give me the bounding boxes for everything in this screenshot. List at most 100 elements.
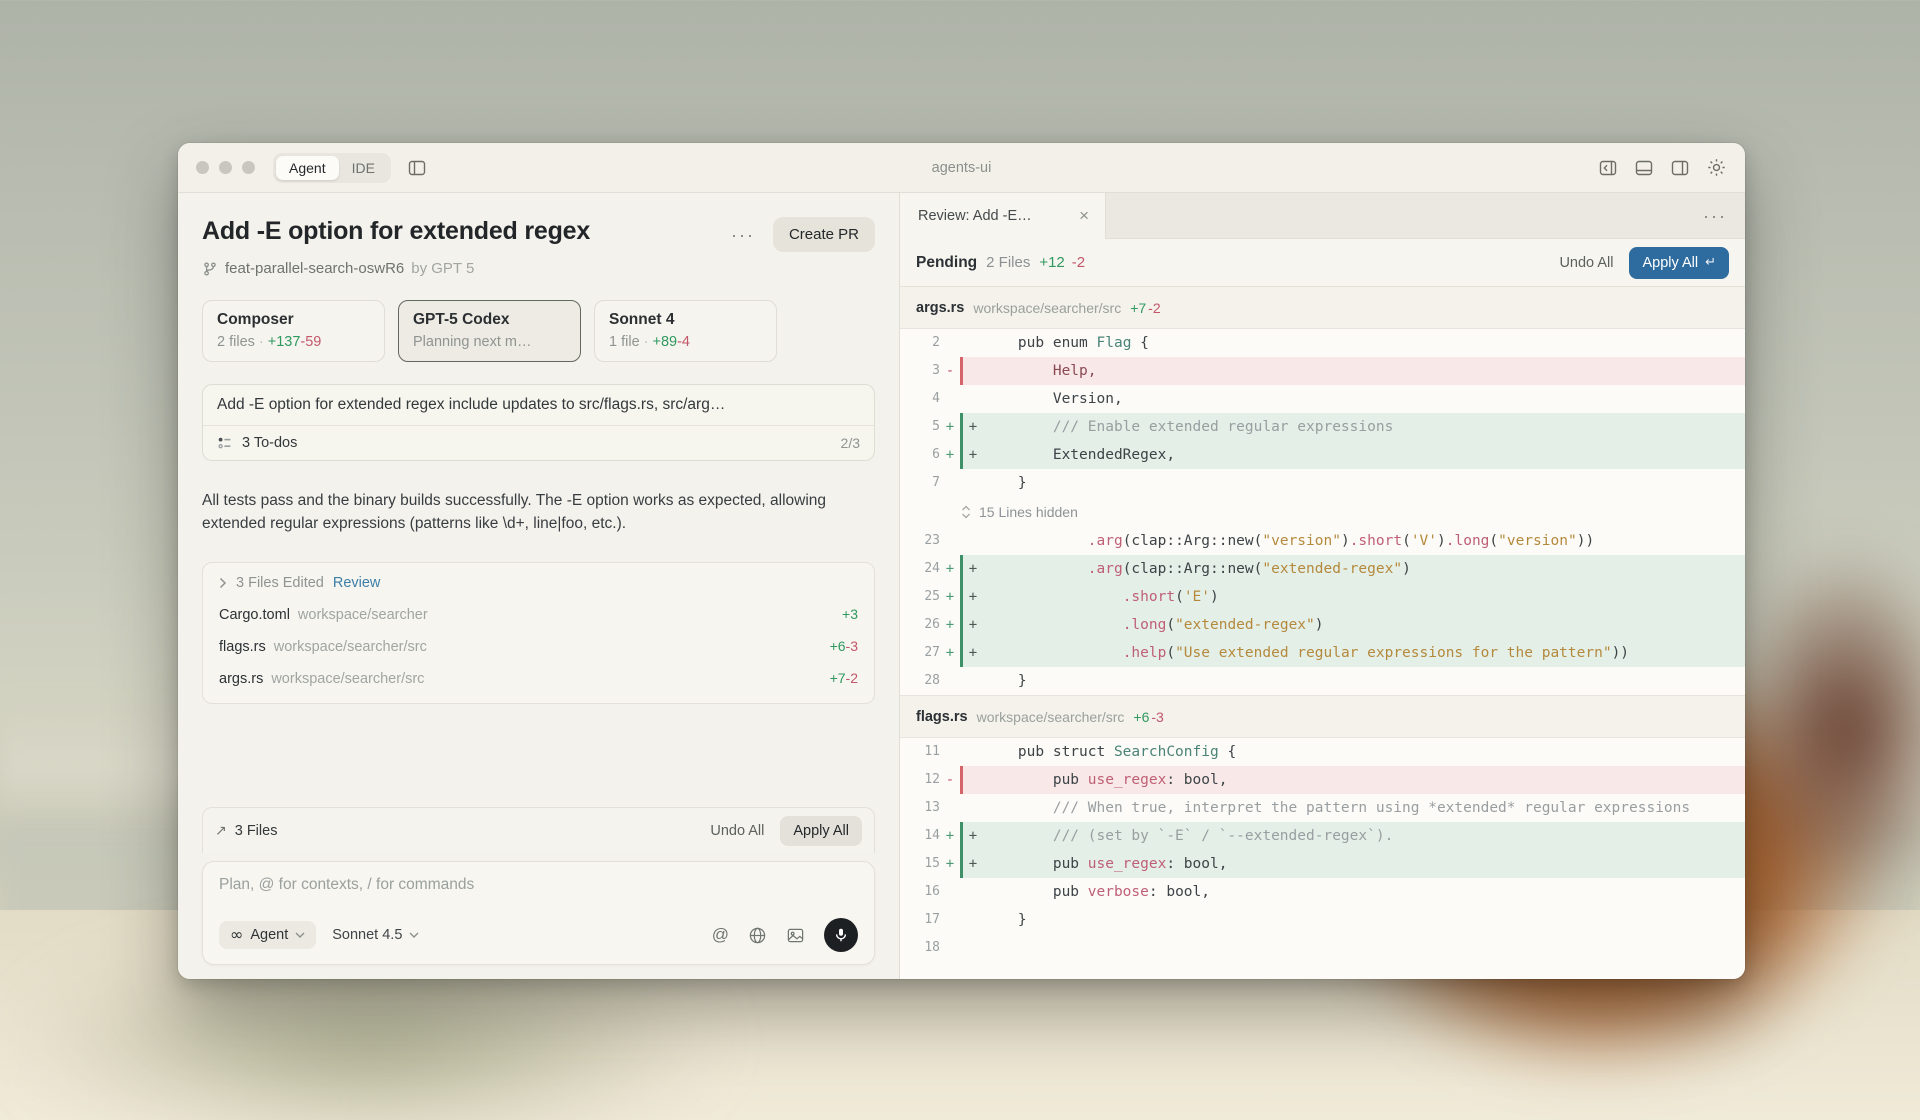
diff-line[interactable]: 2 pub enum Flag { <box>900 329 1745 357</box>
review-link[interactable]: Review <box>333 575 381 591</box>
code-text: /// (set by `-E` / `--extended-regex`). <box>983 822 1393 850</box>
review-more-options-icon[interactable]: ··· <box>1701 203 1729 229</box>
agent-card-name: Sonnet 4 <box>609 311 762 329</box>
edited-file-row[interactable]: args.rsworkspace/searcher/src+7-2 <box>219 670 858 687</box>
diff-line[interactable]: 17 } <box>900 906 1745 934</box>
close-window-button[interactable] <box>196 161 209 174</box>
diff-line[interactable]: 3- Help, <box>900 357 1745 385</box>
additions-count: +7 <box>830 670 846 686</box>
undo-all-button[interactable]: Undo All <box>710 823 764 839</box>
diff-line[interactable]: 25++ .short('E') <box>900 583 1745 611</box>
file-name: flags.rs <box>219 639 266 655</box>
diff-sign <box>940 738 960 766</box>
apply-all-button[interactable]: Apply All <box>780 816 862 846</box>
code-token: pub <box>983 856 1088 872</box>
tab-ide[interactable]: IDE <box>339 156 388 180</box>
additions-count: +137 <box>268 334 301 350</box>
chevron-down-icon <box>409 932 419 938</box>
edited-file-row[interactable]: flags.rsworkspace/searcher/src+6-3 <box>219 638 858 655</box>
code-text: pub use_regex: bool, <box>983 850 1227 878</box>
code-text: pub verbose: bool, <box>983 878 1210 906</box>
diff-line[interactable]: 12- pub use_regex: bool, <box>900 766 1745 794</box>
panel-right-icon[interactable] <box>1670 158 1690 178</box>
model-dropdown[interactable]: Sonnet 4.5 <box>332 927 419 943</box>
agent-mode-dropdown[interactable]: ∞ Agent <box>219 921 316 949</box>
code-token: ExtendedRegex, <box>983 447 1175 463</box>
diff-inner-sign: + <box>963 850 983 878</box>
close-icon[interactable]: × <box>1077 206 1091 226</box>
settings-gear-icon[interactable] <box>1706 157 1727 178</box>
code-token <box>983 589 1123 605</box>
microphone-button[interactable] <box>824 918 858 952</box>
create-pr-button[interactable]: Create PR <box>773 217 875 252</box>
diff-inner-sign <box>963 357 983 385</box>
diff-line-content: + .short('E') <box>960 583 1745 611</box>
panel-bottom-icon[interactable] <box>1634 158 1654 178</box>
code-text: Help, <box>983 357 1097 385</box>
diff-sign <box>940 469 960 497</box>
review-tab[interactable]: Review: Add -E… × <box>900 193 1106 239</box>
diff-line[interactable]: 11 pub struct SearchConfig { <box>900 738 1745 766</box>
diff-sign: + <box>940 413 960 441</box>
code-token: Version, <box>983 391 1123 407</box>
files-edited-header[interactable]: 3 Files Edited Review <box>219 575 858 591</box>
image-icon[interactable] <box>786 926 805 945</box>
diff-line[interactable]: 6++ ExtendedRegex, <box>900 441 1745 469</box>
diff-line[interactable]: 7 } <box>900 469 1745 497</box>
diff-line[interactable]: 15++ pub use_regex: bool, <box>900 850 1745 878</box>
diff-line[interactable]: 5++ /// Enable extended regular expressi… <box>900 413 1745 441</box>
diff-line[interactable]: 26++ .long("extended-regex") <box>900 611 1745 639</box>
globe-icon[interactable] <box>748 926 767 945</box>
code-text: Version, <box>983 385 1123 413</box>
diff-line[interactable]: 18 <box>900 934 1745 962</box>
minimize-window-button[interactable] <box>219 161 232 174</box>
task-box[interactable]: Add -E option for extended regex include… <box>202 384 875 461</box>
diff-line[interactable]: 28 } <box>900 667 1745 695</box>
diff-file-header[interactable]: args.rsworkspace/searcher/src+7-2 <box>900 287 1745 329</box>
branch-name[interactable]: feat-parallel-search-oswR6 <box>225 260 404 277</box>
mention-icon[interactable]: @ <box>712 925 729 945</box>
deletions-count: -3 <box>846 638 858 654</box>
review-apply-all-button[interactable]: Apply All ↵ <box>1629 247 1729 279</box>
pending-files-count[interactable]: 3 Files <box>235 823 278 839</box>
code-token <box>983 617 1123 633</box>
panel-back-icon[interactable] <box>1598 158 1618 178</box>
agent-card[interactable]: GPT-5 CodexPlanning next m… <box>398 300 581 362</box>
zoom-window-button[interactable] <box>242 161 255 174</box>
apply-all-label: Apply All <box>1642 255 1698 271</box>
code-text: /// When true, interpret the pattern usi… <box>983 794 1690 822</box>
code-token: ) <box>1437 533 1446 549</box>
diff-line[interactable]: 13 /// When true, interpret the pattern … <box>900 794 1745 822</box>
diff-file-header[interactable]: flags.rsworkspace/searcher/src+6-3 <box>900 696 1745 738</box>
code-token: "Use extended regular expressions for th… <box>1175 645 1612 661</box>
code-token: use_regex <box>1088 856 1167 872</box>
hidden-lines-row[interactable]: 15 Lines hidden <box>900 497 1745 527</box>
diff-line[interactable]: 16 pub verbose: bool, <box>900 878 1745 906</box>
diff-view[interactable]: args.rsworkspace/searcher/src+7-22 pub e… <box>900 287 1745 979</box>
deletions-count: -4 <box>677 334 690 350</box>
composer-input[interactable] <box>219 876 858 894</box>
diff-line-content: } <box>960 469 1745 497</box>
sidebar-toggle-icon[interactable] <box>407 158 427 178</box>
diff-line[interactable]: 4 Version, <box>900 385 1745 413</box>
tab-agent[interactable]: Agent <box>276 156 339 180</box>
diff-line[interactable]: 14++ /// (set by `-E` / `--extended-rege… <box>900 822 1745 850</box>
diff-inner-sign: + <box>963 583 983 611</box>
file-path: workspace/searcher <box>298 607 428 623</box>
diff-inner-sign <box>963 766 983 794</box>
agent-card[interactable]: Sonnet 41 file·+89-4 <box>594 300 777 362</box>
diff-line-content: } <box>960 667 1745 695</box>
todos-row[interactable]: 3 To-dos 2/3 <box>203 426 874 460</box>
code-token: verbose <box>1088 884 1149 900</box>
additions-count: +7 <box>1130 300 1146 316</box>
diff-line[interactable]: 24++ .arg(clap::Arg::new("extended-regex… <box>900 555 1745 583</box>
more-options-icon[interactable]: ··· <box>729 222 757 248</box>
diff-sign: - <box>940 766 960 794</box>
diff-line[interactable]: 27++ .help("Use extended regular express… <box>900 639 1745 667</box>
code-text: } <box>983 667 1027 695</box>
agent-card[interactable]: Composer2 files·+137-59 <box>202 300 385 362</box>
review-undo-all-button[interactable]: Undo All <box>1559 255 1613 271</box>
edited-file-row[interactable]: Cargo.tomlworkspace/searcher+3 <box>219 606 858 623</box>
diff-line[interactable]: 23 .arg(clap::Arg::new("version").short(… <box>900 527 1745 555</box>
code-text: .arg(clap::Arg::new("version").short('V'… <box>983 527 1594 555</box>
